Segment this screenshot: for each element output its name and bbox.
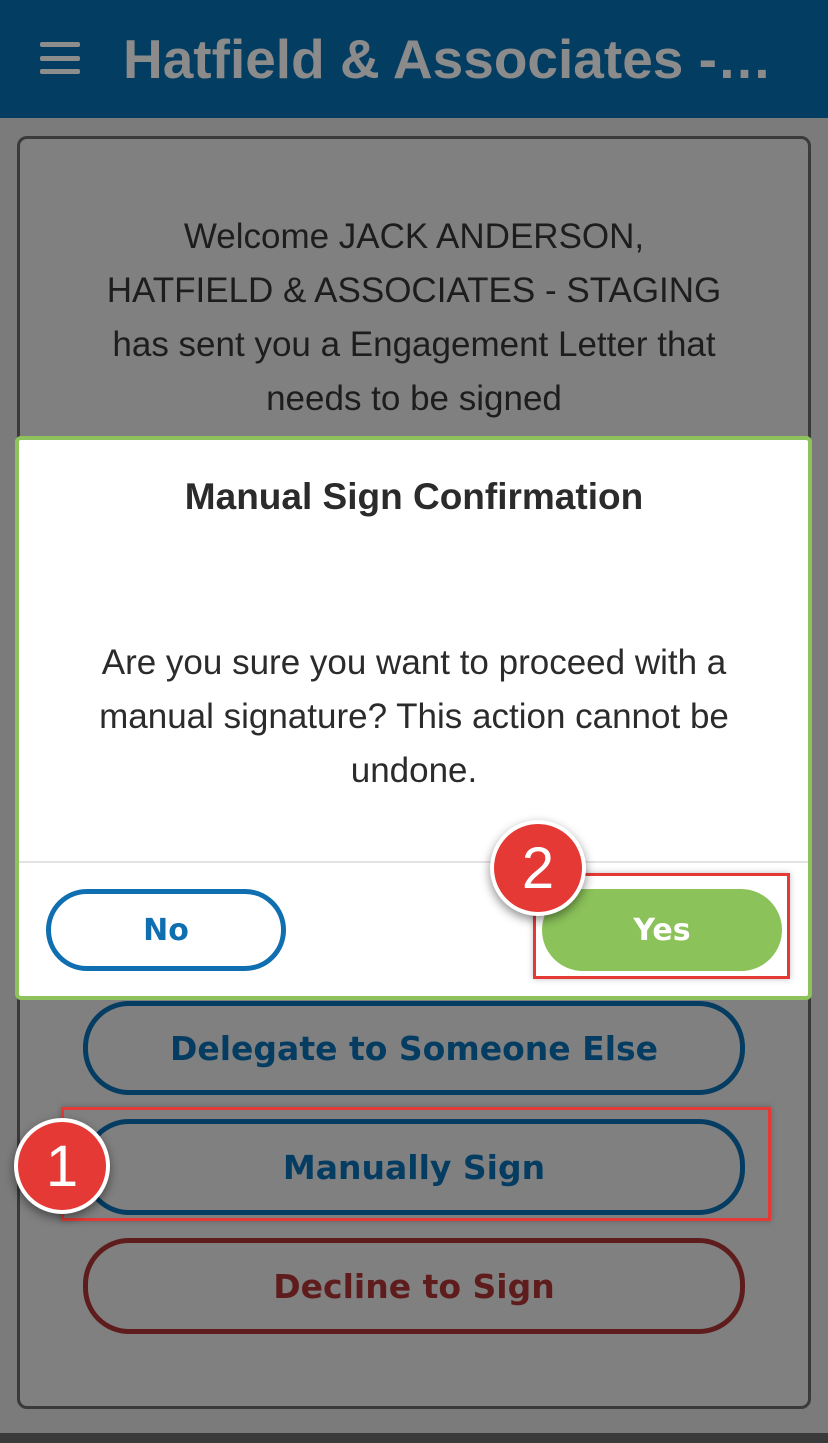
dialog-message-line: undone. [350,751,478,790]
welcome-message: Welcome JACK ANDERSON, HATFIELD & ASSOCI… [40,210,788,426]
dialog-divider [19,861,808,863]
welcome-line: has sent you a Engagement Letter that [112,325,716,364]
welcome-line: HATFIELD & ASSOCIATES - STAGING [106,271,722,310]
bottom-edge [0,1433,828,1443]
dialog-title: Manual Sign Confirmation [184,476,644,517]
manual-sign-highlight-box [61,1107,771,1221]
dialog-message-line: Are you sure you want to proceed with a [101,643,727,682]
dialog-message: Are you sure you want to proceed with a … [40,636,788,798]
step-1-badge: 1 [14,1118,110,1214]
step-2-badge: 2 [490,820,586,916]
welcome-line: Welcome JACK ANDERSON, [183,217,645,256]
app-header: Hatfield & Associates -… [0,0,828,118]
decline-to-sign-button[interactable]: Decline to Sign [83,1238,745,1334]
dialog-message-line: manual signature? This action cannot be [99,697,729,736]
hamburger-menu-icon[interactable] [40,42,80,74]
delegate-button[interactable]: Delegate to Someone Else [83,1001,745,1095]
header-title: Hatfield & Associates -… [123,28,772,90]
no-button[interactable]: No [46,889,286,971]
welcome-line: needs to be signed [266,379,562,418]
